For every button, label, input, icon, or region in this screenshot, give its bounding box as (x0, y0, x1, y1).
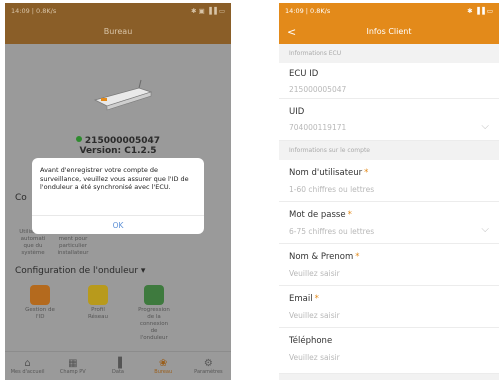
grid-profile-label[interactable]: Profil Réseau (75, 307, 121, 321)
phone-label: Téléphone (289, 336, 333, 346)
id-management-label[interactable]: Gestion de l'ID (17, 307, 63, 321)
fullname-label: Nom & Prenom * (289, 252, 360, 262)
password-field[interactable]: Mot de passe * 6-75 chiffres ou lettres ⌵ (279, 202, 499, 244)
email-input[interactable]: Veuillez saisir (289, 311, 340, 320)
fullname-input[interactable]: Veuillez saisir (289, 269, 340, 278)
ecu-device-image (93, 79, 153, 111)
password-label: Mot de passe * (289, 210, 352, 220)
tab-data[interactable]: ▐ Data (95, 352, 140, 380)
phone-input[interactable]: Veuillez saisir (289, 353, 340, 362)
username-label: Nom d'utilisateur * (289, 168, 369, 178)
connection-progress-label[interactable]: Progression de la connexion de l'onduleu… (127, 307, 181, 342)
ok-button[interactable]: OK (32, 215, 204, 230)
config-title[interactable]: Configuration de l'onduleur ▾ (15, 266, 145, 276)
ecu-id-value: 215000005047 (289, 85, 347, 94)
title-text: Bureau (103, 27, 133, 36)
tab-home[interactable]: ⌂ Mes d'accueil (5, 352, 50, 380)
uid-label: UID (289, 107, 305, 117)
status-bar: 14:09 | 0.8K/s ✱ ▣ ▐▐ ▭ (5, 3, 231, 19)
tab-settings[interactable]: ⚙ Paramètres (186, 352, 231, 380)
show-password-icon[interactable]: ⌵ (481, 224, 489, 235)
email-label: Email * (289, 294, 319, 304)
tab-bureau[interactable]: ❀ Bureau (141, 352, 186, 380)
home-icon: ⌂ (24, 357, 31, 369)
connection-progress-icon[interactable] (144, 285, 164, 305)
section-ecu-info: Informations ECU (279, 44, 499, 63)
ecu-id-label: ECU ID (289, 69, 319, 79)
gear-icon: ⚙ (203, 357, 213, 369)
bureau-icon: ❀ (159, 357, 168, 369)
page-header: < Infos Client (279, 19, 499, 44)
password-input[interactable]: 6-75 chiffres ou lettres (289, 227, 374, 236)
ecu-id-field: ECU ID 215000005047 (279, 63, 499, 99)
dialog-message: Avant d'enregistrer votre compte de surv… (40, 166, 189, 191)
tab-pv-field[interactable]: ▦ Champ PV (50, 352, 95, 380)
grid-profile-icon[interactable] (88, 285, 108, 305)
right-phone-screen: 14:09 | 0.8K/s ✱ ▐▐ ▭ < Infos Client Inf… (279, 3, 499, 380)
email-field[interactable]: Email * Veuillez saisir (279, 286, 499, 328)
uid-field[interactable]: UID 704000119171 ⌵ (279, 99, 499, 141)
username-field[interactable]: Nom d'utilisateur * 1-60 chiffres ou lett… (279, 160, 499, 202)
bottom-tab-bar: ⌂ Mes d'accueil ▦ Champ PV ▐ Data ❀ Bureau ⚙… (5, 351, 231, 380)
page-title: Bureau (5, 19, 231, 44)
back-arrow-icon[interactable]: < (287, 25, 296, 38)
fullname-field[interactable]: Nom & Prenom * Veuillez saisir (279, 244, 499, 286)
status-icons: ✱ ▐▐ ▭ (467, 7, 493, 15)
status-time: 14:09 | 0.8K/s (285, 7, 331, 15)
status-bar: 14:09 | 0.8K/s ✱ ▐▐ ▭ (279, 3, 499, 19)
chevron-down-icon[interactable]: ⌵ (481, 121, 489, 132)
uid-value: 704000119171 (289, 123, 347, 132)
phone-field[interactable]: Téléphone Veuillez saisir (279, 328, 499, 374)
id-management-icon[interactable] (30, 285, 50, 305)
page-title: Infos Client (366, 27, 412, 36)
grid-icon: ▦ (68, 357, 78, 369)
version-text: Version: C1.2.5 (79, 146, 157, 156)
status-time: 14:09 | 0.8K/s (11, 7, 57, 15)
left-phone-screen: 14:09 | 0.8K/s ✱ ▣ ▐▐ ▭ Bureau 215000005… (5, 3, 231, 380)
username-input[interactable]: 1-60 chiffres ou lettres (289, 185, 374, 194)
sync-warning-dialog: Avant d'enregistrer votre compte de surv… (32, 158, 204, 234)
chart-icon: ▐ (114, 357, 122, 369)
online-status-dot (75, 136, 82, 142)
status-icons: ✱ ▣ ▐▐ ▭ (191, 7, 225, 15)
ecu-id-text: 215000005047 (5, 136, 231, 146)
section-account-info: Informations sur le compte (279, 141, 499, 160)
behind-text: Co (15, 193, 27, 203)
